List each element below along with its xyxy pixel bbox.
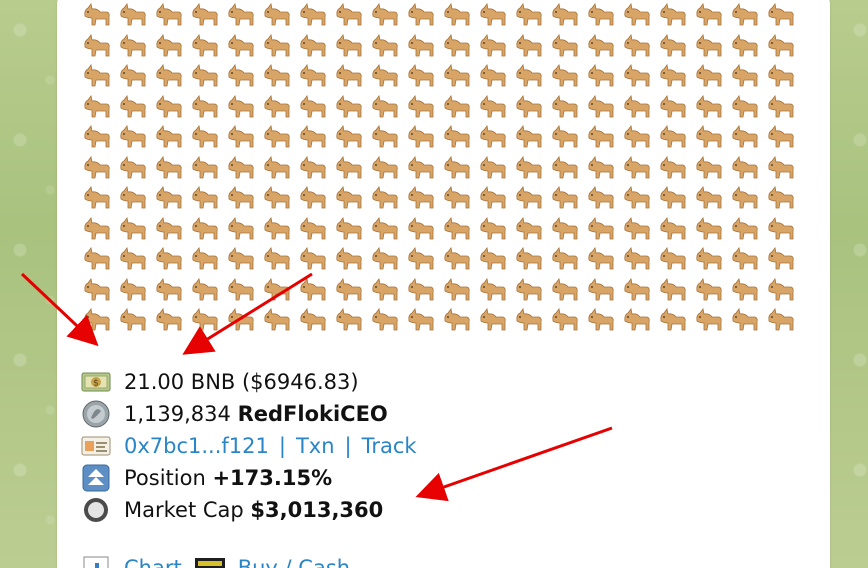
red-arrow xyxy=(182,272,313,355)
red-arrow xyxy=(20,272,99,347)
annotation-arrows xyxy=(20,272,613,502)
red-arrow xyxy=(415,426,613,502)
